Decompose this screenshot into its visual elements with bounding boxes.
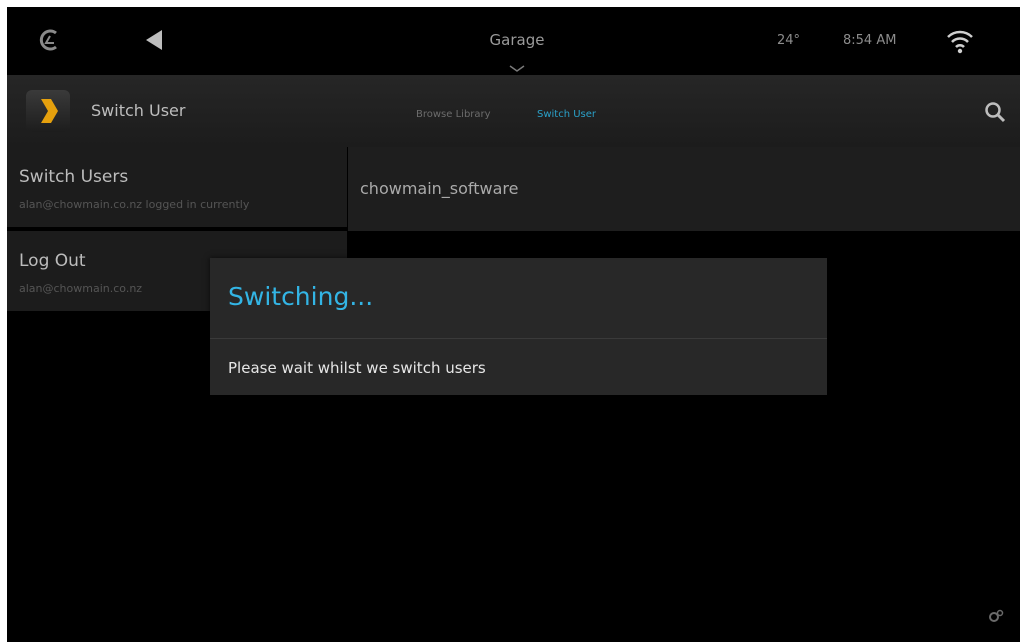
tab-browse-library[interactable]: Browse Library <box>416 109 491 120</box>
account-row[interactable]: chowmain_software <box>348 147 1020 231</box>
menu-item-subtitle: alan@chowmain.co.nz logged in currently <box>19 198 250 211</box>
menu-item-title: Switch Users <box>19 167 129 187</box>
dialog-message: Please wait whilst we switch users <box>228 359 486 377</box>
page-title: Switch User <box>91 101 186 120</box>
room-selector[interactable]: Garage <box>467 31 567 49</box>
settings-icon[interactable] <box>988 608 1004 624</box>
back-arrow-icon[interactable] <box>142 27 168 53</box>
action-bar: Switch User Browse Library Switch User <box>7 75 1020 147</box>
dialog-title: Switching... <box>228 282 374 311</box>
menu-item-switch-users[interactable]: Switch Users alan@chowmain.co.nz logged … <box>7 147 347 227</box>
menu-item-subtitle: alan@chowmain.co.nz <box>19 282 143 295</box>
temperature-label: 24° <box>777 33 801 48</box>
chevron-down-icon[interactable] <box>507 59 527 72</box>
plex-chevron-icon[interactable] <box>26 90 70 132</box>
control4-logo-icon[interactable] <box>37 27 63 53</box>
tab-switch-user[interactable]: Switch User <box>537 109 596 120</box>
account-name: chowmain_software <box>360 179 519 198</box>
device-screen: Garage 24° 8:54 AM Switch User Browse Li… <box>7 7 1020 642</box>
dialog-divider <box>210 338 827 339</box>
clock-label: 8:54 AM <box>843 33 897 48</box>
switching-dialog: Switching... Please wait whilst we switc… <box>210 258 827 395</box>
menu-item-title: Log Out <box>19 251 86 271</box>
search-icon[interactable] <box>984 101 1006 123</box>
status-bar: Garage 24° 8:54 AM <box>7 7 1020 75</box>
wifi-icon <box>945 27 975 55</box>
